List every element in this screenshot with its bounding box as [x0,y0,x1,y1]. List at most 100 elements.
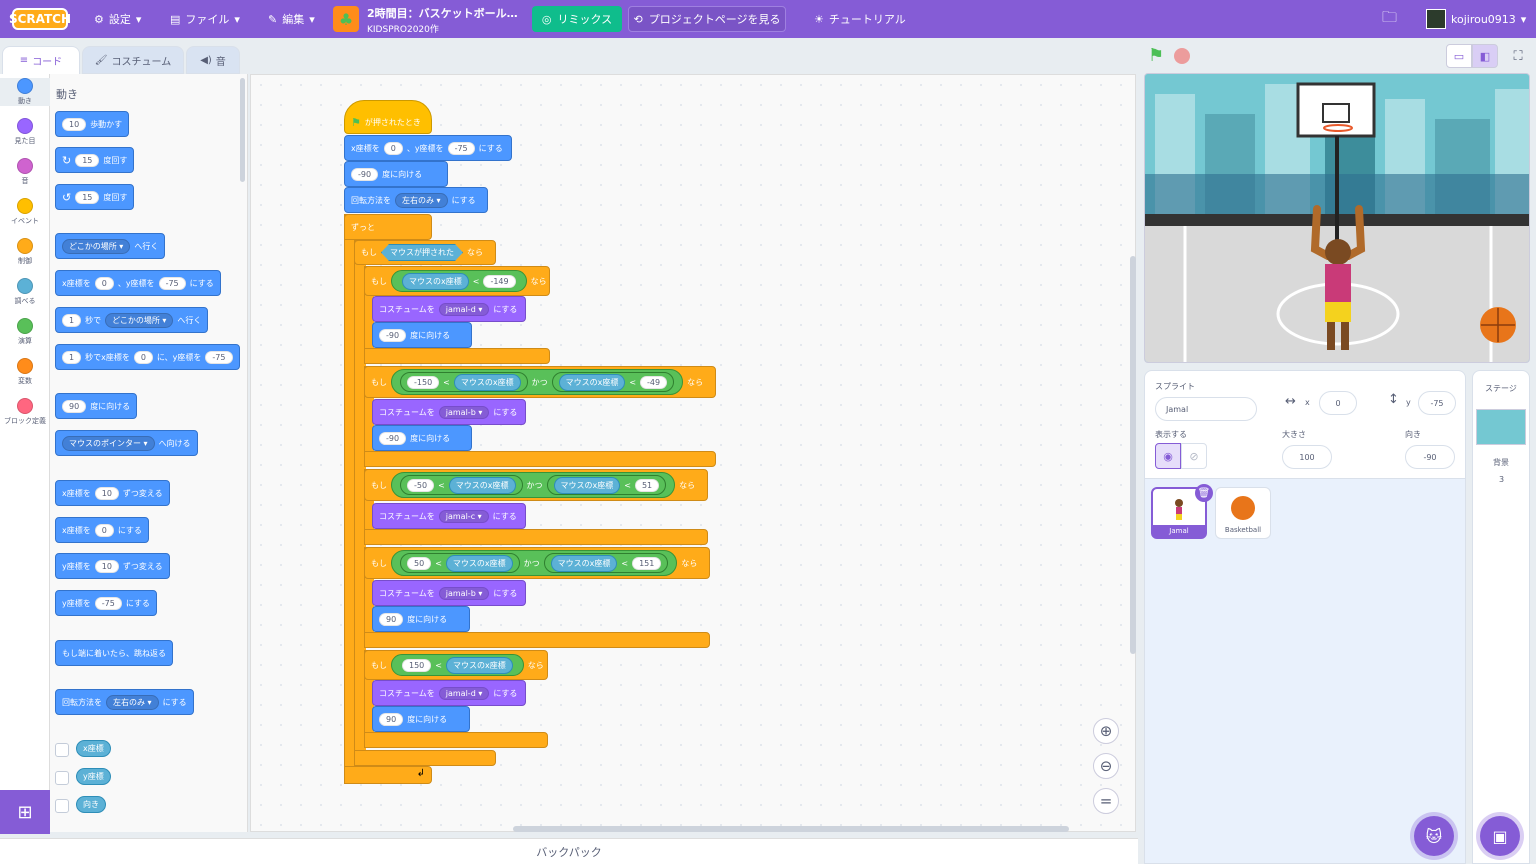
remix-button[interactable]: ◎ リミックス [532,6,622,32]
less-than-operator[interactable]: -150 < マウスのx座標 [400,372,528,392]
x-input[interactable]: 0 [94,276,114,290]
stage[interactable] [1144,73,1530,363]
block-move[interactable]: 10 歩動かす [55,111,130,137]
green-flag-icon[interactable]: ⚑ [1148,45,1164,66]
block-glidexy[interactable]: 1 秒でx座標を 0 に、y座標を -75 [55,344,240,370]
block-glide[interactable]: 1 秒で どこかの場所 ▾ へ行く [55,307,209,333]
checkbox-x[interactable] [55,743,69,757]
choose-backdrop-button[interactable]: ▣ [1480,816,1520,856]
delete-sprite-button[interactable]: 🗑 [1195,484,1213,502]
value-input[interactable]: -50 [407,478,435,492]
mouse-down-condition[interactable]: マウスが押された [381,244,463,261]
x-input[interactable]: 0 [133,350,153,364]
project-title[interactable]: 2時間目：バスケットボール… [367,5,518,21]
rotation-dropdown[interactable]: 左右のみ ▾ [395,192,448,208]
zoom-in-button[interactable]: ⊕ [1093,718,1119,744]
stage-selector[interactable]: ステージ 背景 3 [1472,370,1530,864]
block-point-direction[interactable]: -90 度に向ける [372,322,472,348]
value-input[interactable]: 15 [75,153,100,167]
less-than-operator[interactable]: マウスのx座標 <51 [546,475,667,495]
block-point-direction[interactable]: -90 度に向ける [372,425,472,451]
value-input[interactable]: -49 [640,375,668,389]
zoom-reset-button[interactable]: = [1093,788,1119,814]
and-operator[interactable]: -50 < マウスのx座標 かつ マウスのx座標 <51 [391,472,676,498]
mouse-x-reporter[interactable]: マウスのx座標 [448,476,516,494]
value-input[interactable]: -75 [94,596,122,610]
block-if-4[interactable]: もし 50 < マウスのx座標 かつ マウスのx座標 <151 なら [364,547,710,579]
direction-input[interactable]: -90 [379,431,407,445]
block-gotoxy[interactable]: x座標を 0 、y座標を -75 にする [55,270,221,296]
value-input[interactable]: 10 [62,117,87,131]
costume-dropdown[interactable]: jamal-b ▾ [438,586,490,600]
target-dropdown[interactable]: どこかの場所 ▾ [105,312,174,328]
block-turn-right[interactable]: ↻ 15 度回す [55,147,135,173]
block-turn-left[interactable]: ↺ 15 度回す [55,184,135,210]
block-change-y[interactable]: y座標を 10 ずつ変える [55,553,170,579]
block-change-x[interactable]: x座標を 10 ずつ変える [55,480,170,506]
direction-input[interactable]: -90 [379,328,407,342]
mouse-x-reporter[interactable]: マウスのx座標 [558,373,626,391]
value-input[interactable]: -150 [407,375,440,389]
mouse-x-reporter[interactable]: マウスのx座標 [453,373,521,391]
block-set-x[interactable]: x座標を 0 にする [55,517,149,543]
file-menu[interactable]: ▤ ファイル ▾ [170,0,240,38]
less-than-operator[interactable]: -50 < マウスのx座標 [400,475,523,495]
category-events[interactable]: イベント [0,198,50,226]
see-project-page-button[interactable]: ⟲ プロジェクトページを見る [628,6,786,32]
block-point-direction[interactable]: 90 度に向ける [372,706,470,732]
fullscreen-icon[interactable]: ⛶ [1506,44,1530,68]
block-point-direction[interactable]: 90 度に向ける [372,606,470,632]
mouse-x-reporter[interactable]: マウスのx座標 [445,656,513,674]
direction-input[interactable]: -90 [1405,445,1455,469]
settings-menu[interactable]: ⚙ 設定 ▾ [94,0,141,38]
my-stuff-icon[interactable]: 🗀 [1382,0,1397,38]
less-than-operator[interactable]: マウスのx座標 < -149 [391,270,527,292]
block-point-direction[interactable]: 90 度に向ける [55,393,138,419]
block-rotation-style[interactable]: 回転方法を 左右のみ ▾ にする [55,689,194,715]
less-than-operator[interactable]: マウスのx座標 <151 [543,553,669,573]
block-bounce[interactable]: もし端に着いたら、跳ね返る [55,640,173,666]
value-input[interactable]: 10 [94,559,119,573]
value-input[interactable]: 0 [94,523,114,537]
target-dropdown[interactable]: どこかの場所 ▾ [62,238,131,254]
scratch-logo[interactable]: SCRATCH [9,8,71,30]
canvas-vertical-scrollbar[interactable] [1130,256,1136,654]
less-than-operator[interactable]: 50 < マウスのx座標 [400,553,520,573]
y-input[interactable]: -75 [205,350,233,364]
and-operator[interactable]: -150 < マウスのx座標 かつ マウスのx座標 < -49 [391,369,684,395]
block-goto[interactable]: どこかの場所 ▾ へ行く [55,233,166,259]
block-if-2[interactable]: もし -150 < マウスのx座標 かつ マウスのx座標 < -49 なら [364,366,716,398]
and-operator[interactable]: 50 < マウスのx座標 かつ マウスのx座標 <151 [391,550,678,576]
seconds-input[interactable]: 1 [62,313,82,327]
value-input[interactable]: 90 [62,399,87,413]
size-input[interactable]: 100 [1282,445,1332,469]
canvas-horizontal-scrollbar[interactable] [513,826,1069,832]
direction-input[interactable]: -90 [351,167,379,181]
category-control[interactable]: 制御 [0,238,50,266]
less-than-operator[interactable]: 150 < マウスのx座標 [391,654,524,676]
add-extension-button[interactable]: ⊞ [0,790,50,834]
tab-costumes[interactable]: 🖌 コスチューム [82,46,184,74]
less-than-operator[interactable]: マウスのx座標 < -49 [551,372,675,392]
y-input[interactable]: -75 [447,141,475,155]
value-input[interactable]: -149 [483,274,516,288]
small-stage-button[interactable]: ▭ [1446,44,1472,68]
palette-scrollbar[interactable] [240,78,245,182]
sprite-name-input[interactable]: Jamal [1155,397,1257,421]
category-sensing[interactable]: 調べる [0,278,50,306]
checkbox-y[interactable] [55,771,69,785]
block-switch-costume[interactable]: コスチュームを jamal-b ▾ にする [372,580,526,606]
value-input[interactable]: 50 [407,556,432,570]
checkbox-direction[interactable] [55,799,69,813]
block-switch-costume[interactable]: コスチュームを jamal-b ▾ にする [372,399,526,425]
zoom-out-button[interactable]: ⊖ [1093,753,1119,779]
hide-sprite-button[interactable]: ⊘ [1181,443,1207,469]
mouse-x-reporter[interactable]: マウスのx座標 [402,272,469,290]
value-input[interactable]: 15 [75,190,100,204]
category-motion[interactable]: 動き [0,78,50,106]
account-menu[interactable]: kojirou0913 ▾ [1426,0,1526,38]
block-switch-costume[interactable]: コスチュームを jamal-d ▾ にする [372,296,526,322]
tutorials-button[interactable]: ☀ チュートリアル [814,0,906,38]
direction-input[interactable]: 90 [379,612,404,626]
stop-icon[interactable] [1174,48,1190,64]
